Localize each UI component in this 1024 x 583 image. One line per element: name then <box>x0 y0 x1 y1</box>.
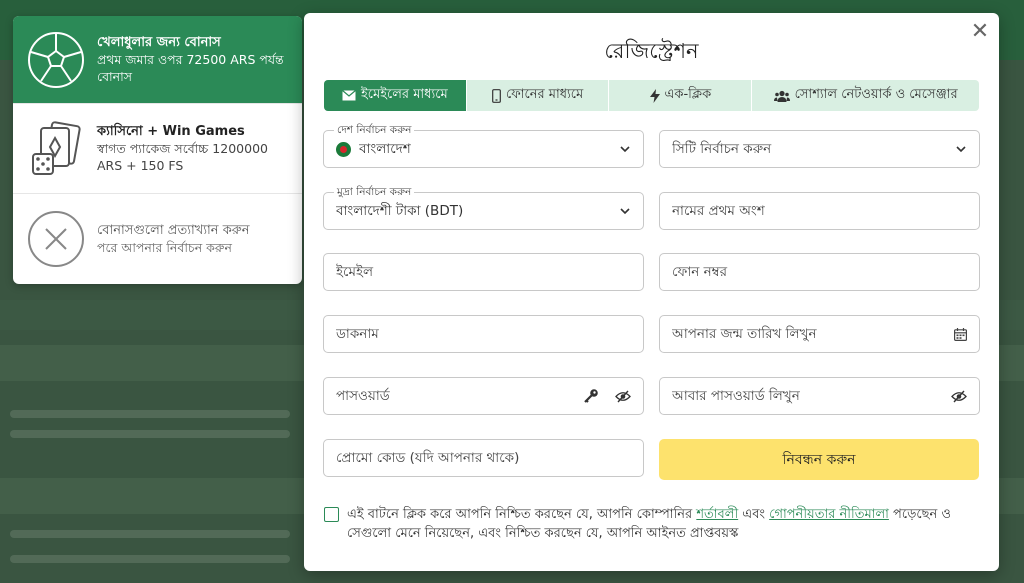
cards-dice-icon <box>27 120 85 178</box>
tab-phone-label: ফোনের মাধ্যমে <box>505 87 584 102</box>
tab-social-label: সোশ্যাল নেটওয়ার্ক ও মেসেঞ্জার <box>794 87 958 102</box>
lightning-icon <box>649 88 660 103</box>
first-name-placeholder: নামের প্রথম অংশ <box>672 202 765 219</box>
bonus-panel: খেলাধুলার জন্য বোনাস প্রথম জমার ওপর 7250… <box>13 16 302 284</box>
password-placeholder: পাসওয়ার্ড <box>336 387 390 404</box>
registration-modal: ✕ রেজিস্ট্রেশন ইমেইলের মাধ্যমে ফোনের মাধ… <box>304 13 999 571</box>
registration-tabs: ইমেইলের মাধ্যমে ফোনের মাধ্যমে এক-ক্লিক স… <box>324 80 979 111</box>
register-button[interactable]: নিবন্ধন করুন <box>659 439 979 480</box>
password-repeat-input[interactable]: আবার পাসওয়ার্ড লিখুন <box>659 377 980 415</box>
bonus-option-casino[interactable]: ক্যাসিনো + Win Games স্বাগত প্যাকেজ সর্ব… <box>13 104 302 194</box>
terms-text: এই বাটনে ক্লিক করে আপনি নিশ্চিত করছেন যে… <box>347 505 984 543</box>
envelope-icon <box>342 90 356 101</box>
email-input[interactable]: ইমেইল <box>323 253 644 291</box>
users-icon <box>773 90 790 102</box>
currency-select[interactable]: মুদ্রা নির্বাচন করুন বাংলাদেশী টাকা (BDT… <box>323 185 644 230</box>
birthdate-placeholder: আপনার জন্ম তারিখ লিখুন <box>672 325 817 342</box>
city-placeholder: সিটি নির্বাচন করুন <box>672 140 772 157</box>
tab-email[interactable]: ইমেইলের মাধ্যমে <box>324 80 467 111</box>
country-label: দেশ নির্বাচন করুন <box>334 123 415 140</box>
phone-input[interactable]: ফোন নম্বর <box>659 253 980 291</box>
chevron-down-icon <box>620 146 630 153</box>
tab-email-label: ইমেইলের মাধ্যমে <box>361 87 448 102</box>
country-select[interactable]: দেশ নির্বাচন করুন বাংলাদেশ <box>323 123 644 168</box>
bonus-decline-desc: পরে আপনার নির্বাচন করুন <box>97 240 232 255</box>
password-repeat-placeholder: আবার পাসওয়ার্ড লিখুন <box>672 387 800 404</box>
tab-one-click[interactable]: এক-ক্লিক <box>609 80 753 111</box>
chevron-down-icon <box>956 146 966 153</box>
soccer-ball-icon <box>27 31 85 89</box>
decline-x-icon <box>27 210 85 268</box>
promo-code-input[interactable]: প্রোমো কোড (যদি আপনার থাকে) <box>323 439 644 477</box>
terms-link[interactable]: শর্তাবলী <box>696 507 738 522</box>
first-name-input[interactable]: নামের প্রথম অংশ <box>659 192 980 230</box>
privacy-policy-link[interactable]: গোপনীয়তার নীতিমালা <box>769 507 889 522</box>
promo-code-placeholder: প্রোমো কোড (যদি আপনার থাকে) <box>336 449 520 466</box>
bangladesh-flag-icon <box>336 141 351 157</box>
modal-title: রেজিস্ট্রেশন <box>604 39 699 63</box>
calendar-icon[interactable] <box>954 327 967 341</box>
email-placeholder: ইমেইল <box>336 263 374 280</box>
bonus-casino-desc: স্বাগত প্যাকেজ সর্বোচ্চ 1200000 ARS + 15… <box>97 141 268 173</box>
eye-slash-icon[interactable] <box>951 390 967 403</box>
nickname-input[interactable]: ডাকনাম <box>323 315 644 353</box>
key-icon[interactable] <box>583 388 599 404</box>
phone-icon <box>492 88 501 103</box>
terms-text-part2: এবং <box>738 507 770 522</box>
password-input[interactable]: পাসওয়ার্ড <box>323 377 644 415</box>
eye-slash-icon[interactable] <box>615 390 631 403</box>
nickname-placeholder: ডাকনাম <box>336 325 379 342</box>
tab-social[interactable]: সোশ্যাল নেটওয়ার্ক ও মেসেঞ্জার <box>752 80 979 111</box>
birthdate-input[interactable]: আপনার জন্ম তারিখ লিখুন <box>659 315 980 353</box>
bonus-option-decline[interactable]: বোনাসগুলো প্রত্যাখ্যান করুন পরে আপনার নি… <box>13 194 302 284</box>
bonus-option-sports[interactable]: খেলাধুলার জন্য বোনাস প্রথম জমার ওপর 7250… <box>13 16 302 104</box>
chevron-down-icon <box>620 208 630 215</box>
currency-value: বাংলাদেশী টাকা (BDT) <box>336 202 464 219</box>
tab-one-click-label: এক-ক্লিক <box>664 87 712 102</box>
terms-text-part1: এই বাটনে ক্লিক করে আপনি নিশ্চিত করছেন যে… <box>347 507 697 522</box>
bonus-sports-title: খেলাধুলার জন্য বোনাস <box>97 35 221 50</box>
tab-phone[interactable]: ফোনের মাধ্যমে <box>467 80 610 111</box>
bonus-sports-desc: প্রথম জমার ওপর 72500 ARS পর্যন্ত বোনাস <box>97 52 284 84</box>
phone-placeholder: ফোন নম্বর <box>672 263 728 280</box>
bonus-casino-title: ক্যাসিনো + Win Games <box>97 124 245 139</box>
currency-label: মুদ্রা নির্বাচন করুন <box>334 185 415 202</box>
country-value: বাংলাদেশ <box>359 140 411 157</box>
city-select[interactable]: সিটি নির্বাচন করুন <box>659 130 980 168</box>
bonus-decline-title: বোনাসগুলো প্রত্যাখ্যান করুন <box>97 223 250 238</box>
terms-checkbox[interactable] <box>324 507 339 522</box>
terms-agreement: এই বাটনে ক্লিক করে আপনি নিশ্চিত করছেন যে… <box>324 505 984 543</box>
